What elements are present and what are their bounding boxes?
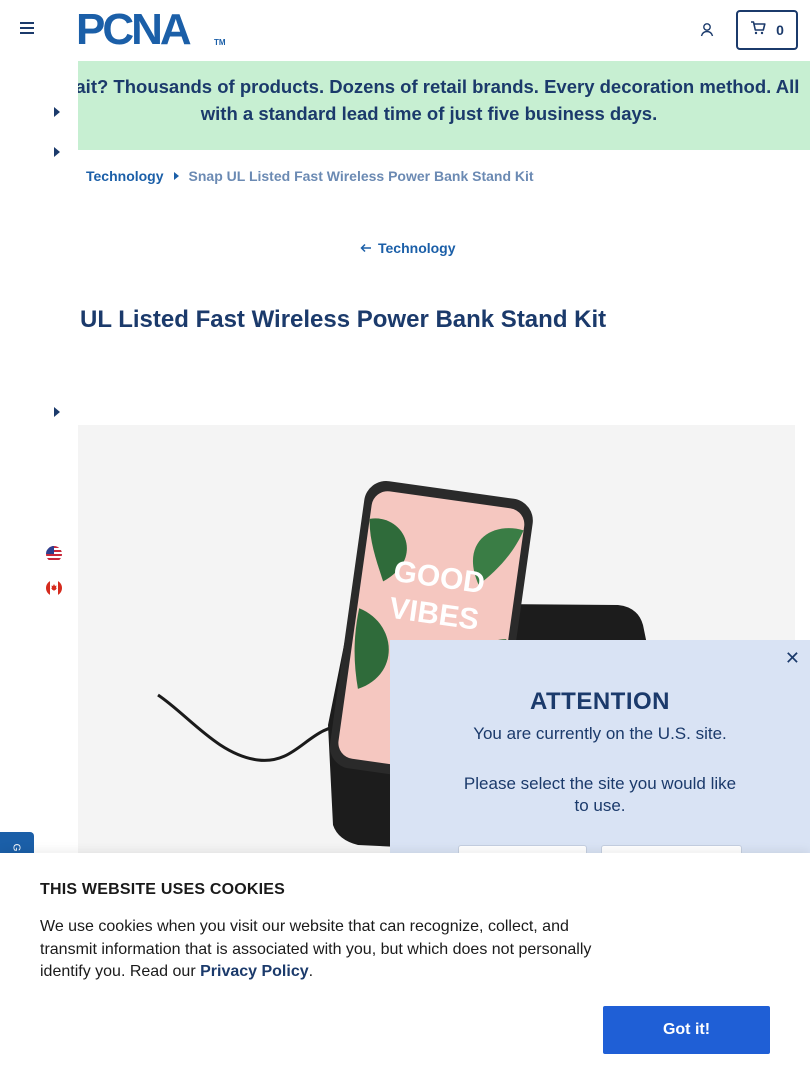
promo-banner: Wait? Thousands of products. Dozens of r…	[78, 61, 810, 150]
product-title: UL Listed Fast Wireless Power Bank Stand…	[80, 306, 607, 333]
canada-flag-icon[interactable]	[46, 580, 62, 596]
back-to-technology-link[interactable]: Technology	[360, 240, 456, 256]
expand-arrow-icon[interactable]	[54, 407, 60, 417]
cookie-title: THIS WEBSITE USES COOKIES	[40, 881, 286, 898]
cookie-banner: THIS WEBSITE USES COOKIES We use cookies…	[0, 853, 810, 1080]
account-icon[interactable]	[700, 22, 716, 38]
site-selection-popup: ✕ ATTENTION You are currently on the U.S…	[390, 640, 810, 885]
carousel-arrow-right-icon[interactable]	[54, 107, 60, 117]
arrow-left-icon	[360, 240, 372, 256]
logo-text: PCNA	[76, 5, 192, 54]
us-flag-icon[interactable]	[46, 546, 62, 562]
cart-icon	[750, 20, 766, 40]
page: PCNA TM 0 Wait? Thousands of products. D…	[0, 0, 810, 1080]
breadcrumb-current: Snap UL Listed Fast Wireless Power Bank …	[188, 168, 534, 184]
cart-count: 0	[776, 22, 784, 38]
breadcrumb-separator-icon	[173, 172, 179, 180]
site-header: PCNA TM 0	[0, 0, 810, 60]
cookie-body: We use cookies when you visit our websit…	[40, 916, 610, 984]
feedback-tab-label: G	[10, 843, 22, 852]
pcna-logo[interactable]: PCNA TM	[76, 5, 226, 54]
logo-trademark: TM	[214, 38, 226, 47]
breadcrumb: Technology Snap UL Listed Fast Wireless …	[86, 168, 534, 184]
attention-prompt: Please select the site you would like to…	[463, 774, 737, 815]
promo-banner-text: Wait? Thousands of products. Dozens of r…	[78, 76, 800, 124]
carousel-arrow-right-icon[interactable]	[54, 147, 60, 157]
attention-message: You are currently on the U.S. site.	[473, 724, 727, 743]
attention-title: ATTENTION	[529, 688, 671, 715]
cookie-body-text: We use cookies when you visit our websit…	[40, 918, 592, 980]
cookie-body-end: .	[308, 963, 314, 980]
privacy-policy-link[interactable]: Privacy Policy	[200, 963, 309, 980]
cart-button[interactable]: 0	[736, 10, 798, 50]
back-link-label: Technology	[378, 240, 456, 256]
close-icon[interactable]: ✕	[785, 648, 800, 669]
got-it-button[interactable]: Got it!	[603, 1006, 770, 1054]
menu-icon[interactable]	[20, 22, 36, 38]
breadcrumb-technology-link[interactable]: Technology	[86, 168, 164, 184]
